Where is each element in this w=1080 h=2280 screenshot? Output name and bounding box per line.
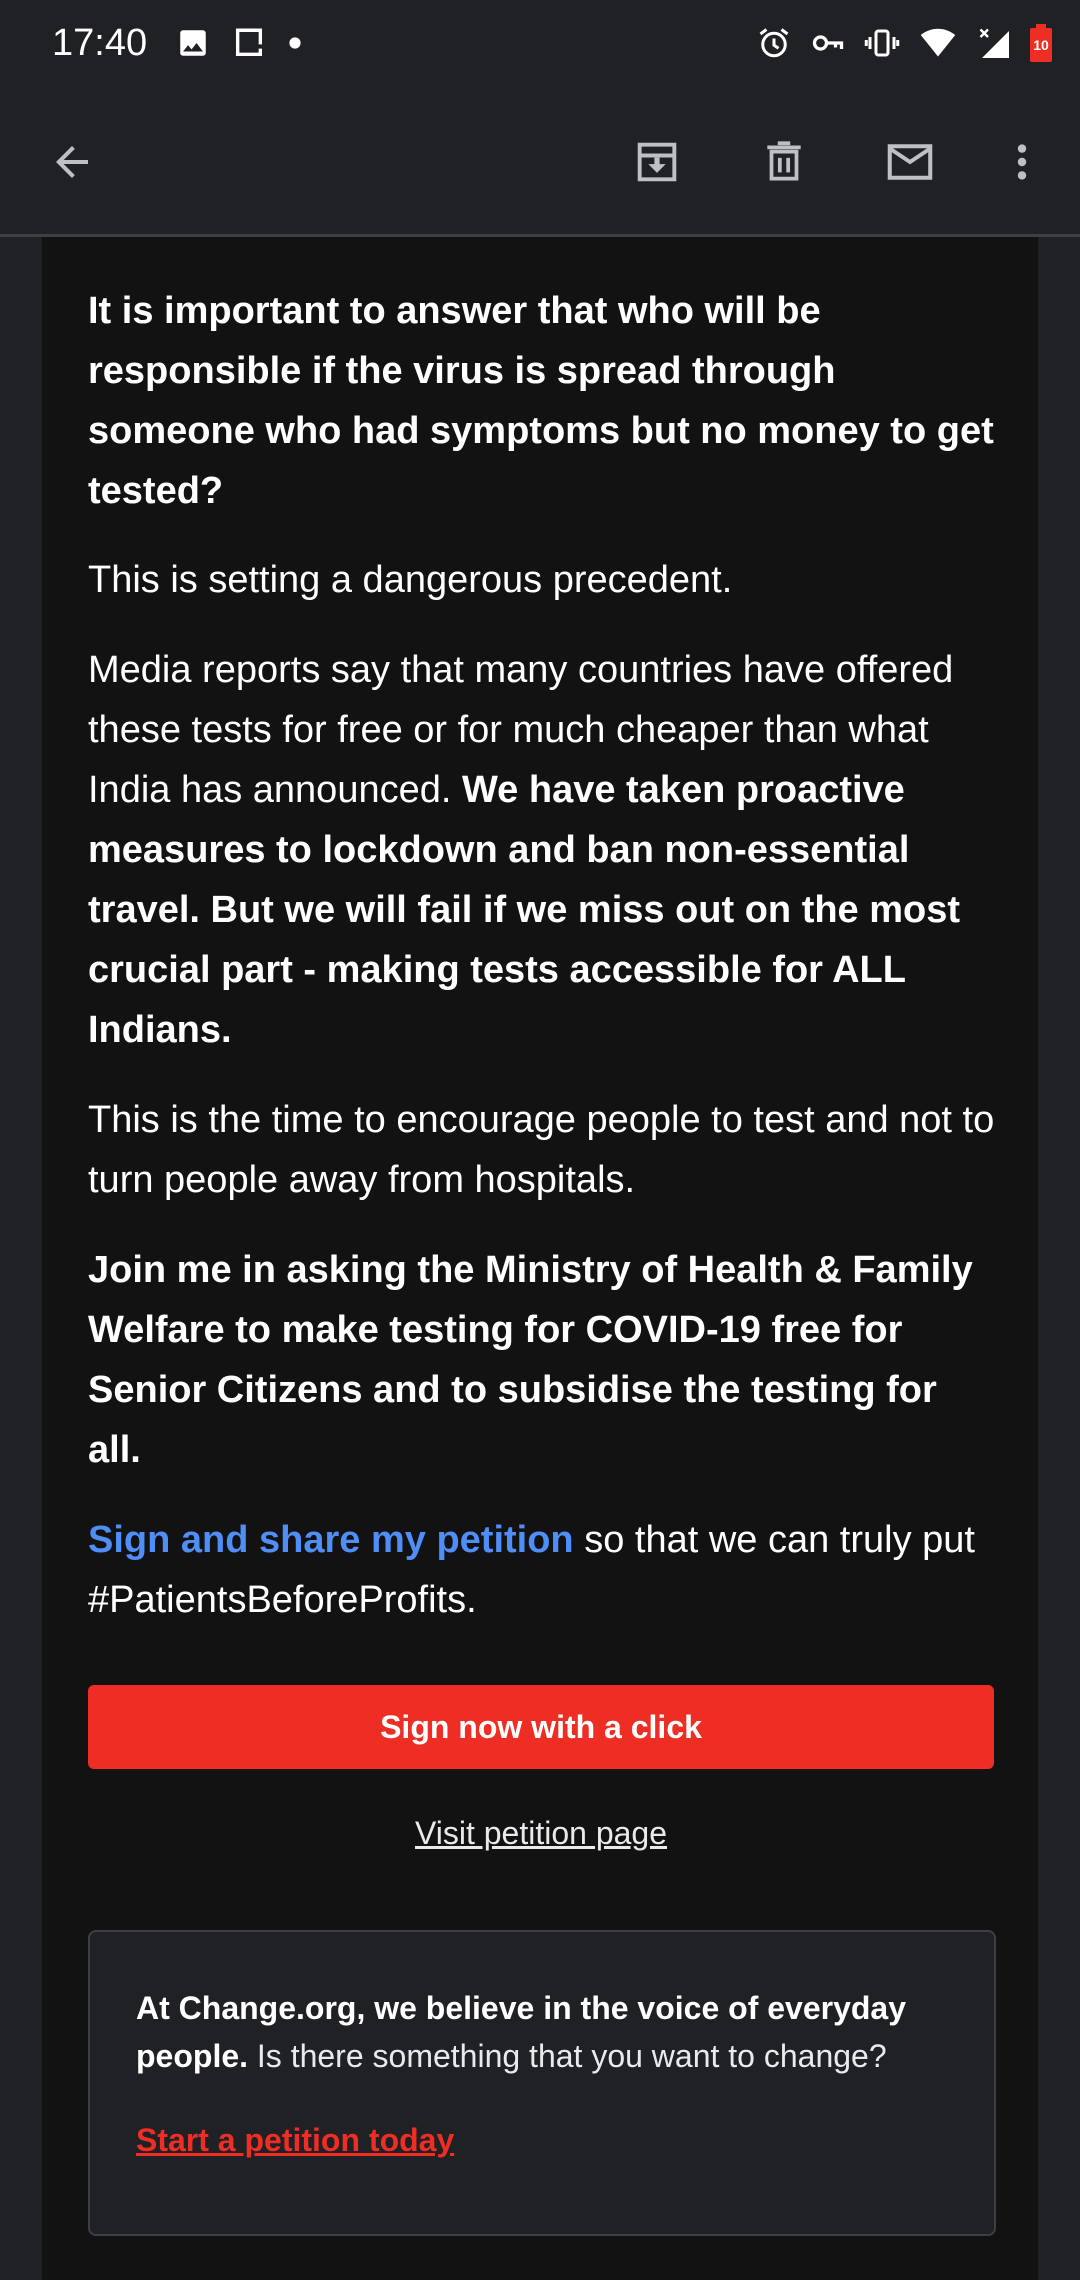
arrow-back-icon [56,146,88,178]
change-org-info-box: At Change.org, we believe in the voice o… [88,1930,996,2236]
sign-share-link[interactable]: Sign and share my petition [88,1519,574,1561]
screenshot-icon [235,28,263,57]
status-bar: 17:40 10 [0,0,1080,90]
mail-icon [887,144,933,180]
notification-icons [176,26,302,60]
paragraph-sign-share: Sign and share my petition so that we ca… [88,1510,998,1630]
paragraph-join-me: Join me in asking the Ministry of Health… [88,1249,973,1471]
paragraph-encourage: This is the time to encourage people to … [88,1099,995,1201]
paragraph-responsibility: It is important to answer that who will … [88,290,994,512]
change-org-question-text: Is there something that you want to chan… [248,2038,887,2074]
image-icon [180,30,206,56]
paragraph-precedent: This is setting a dangerous precedent. [88,559,733,601]
email-body: It is important to answer that who will … [0,237,1080,2280]
archive-icon [637,142,677,182]
vpn-key-icon [812,35,844,51]
start-petition-link[interactable]: Start a petition today [136,2122,454,2159]
alarm-icon [759,28,789,58]
app-bar [0,90,1080,237]
vibrate-icon [864,29,900,57]
delete-button[interactable] [748,126,820,198]
media-reports-bold-text: We have taken proactive measures to lock… [88,769,961,1051]
battery-level: 10 [1033,37,1049,53]
back-button[interactable] [36,126,108,198]
battery-icon: 10 [1030,24,1052,62]
change-org-info-text: At Change.org, we believe in the voice o… [136,1984,956,2080]
wifi-icon [920,28,956,57]
mark-unread-button[interactable] [874,126,946,198]
email-card: It is important to answer that who will … [42,237,1038,2280]
more-vert-icon [1017,144,1027,180]
delete-icon [767,141,801,181]
system-icons: 10 [756,24,1052,62]
visit-petition-link[interactable]: Visit petition page [88,1815,994,1852]
sign-now-button[interactable]: Sign now with a click [88,1685,994,1769]
dot-icon [289,37,301,49]
signal-icon [979,28,1009,58]
archive-button[interactable] [621,126,693,198]
more-options-button[interactable] [986,126,1058,198]
paragraph-media-reports: Media reports say that many countries ha… [88,640,998,1060]
status-time: 17:40 [52,22,148,64]
